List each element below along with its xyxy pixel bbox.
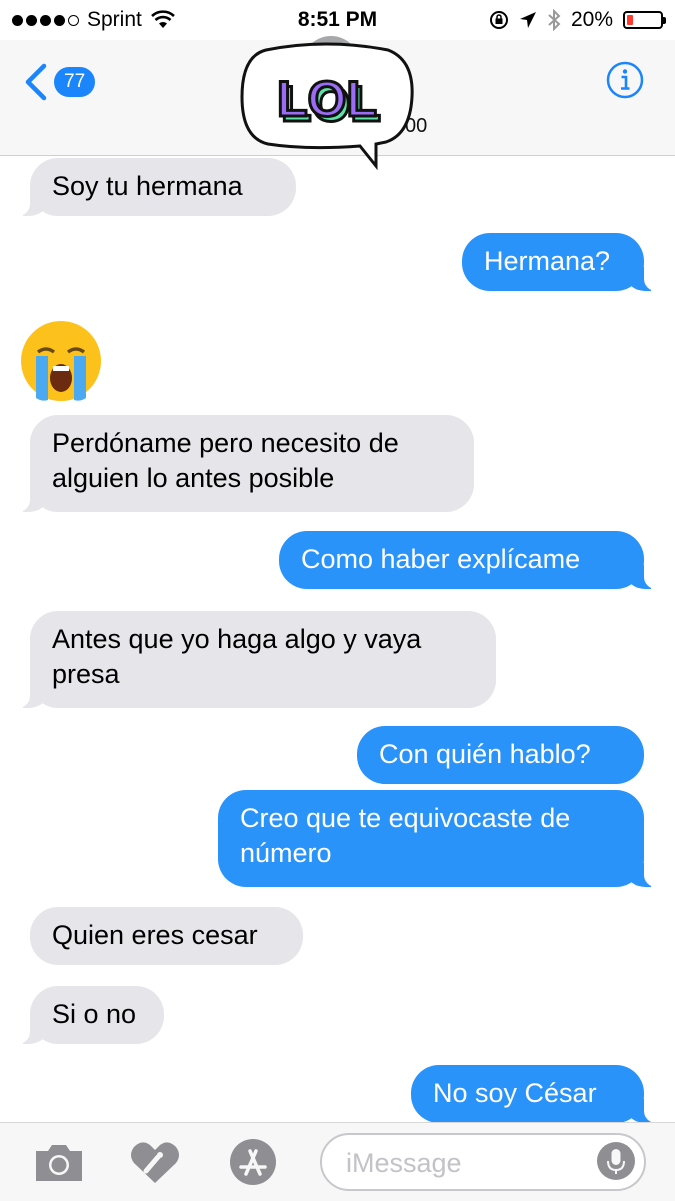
unread-count-badge: 77 [54,67,96,97]
status-bar: Sprint 8:51 PM 20% [0,0,675,40]
message-bubble-incoming[interactable]: Quien eres cesar [30,907,303,965]
bluetooth-icon [548,9,561,31]
message-text-field[interactable] [344,1145,588,1181]
sticker-text: LOL [277,71,377,127]
battery-icon [623,11,666,29]
crying-face-emoji[interactable] [18,318,104,404]
lol-sticker[interactable]: LOL LOL [236,42,418,172]
message-bubble-outgoing[interactable]: Como haber explícame [279,531,658,589]
message-thread[interactable]: Soy tu hermana Hermana? Perdóname pero n… [0,156,675,1122]
battery-percent: 20% [570,8,613,31]
location-arrow-icon [519,12,536,28]
chevron-left-icon [25,63,47,101]
imessage-input[interactable] [320,1133,646,1191]
message-bubble-outgoing[interactable]: No soy César [411,1065,658,1122]
battery-level-fill [627,15,633,25]
app-store-icon[interactable] [226,1137,280,1187]
compose-bar [0,1122,675,1201]
message-bubble-incoming[interactable]: Si o no [16,986,164,1044]
message-bubble-outgoing[interactable]: Con quién hablo? [357,726,644,784]
message-bubble-incoming[interactable]: Perdóname pero necesito de alguien lo an… [16,415,474,512]
microphone-icon[interactable] [596,1141,636,1181]
message-bubble-outgoing[interactable]: Creo que te equivocaste de número [218,790,658,887]
digital-touch-icon[interactable] [128,1137,182,1187]
message-bubble-outgoing[interactable]: Hermana? [462,233,658,291]
message-bubble-incoming[interactable]: Antes que yo haga algo y vaya presa [16,611,496,708]
status-indicators: 20% [489,8,666,32]
orientation-lock-icon [489,11,508,29]
info-icon[interactable] [605,60,645,100]
back-button[interactable]: 77 [22,62,96,102]
message-bubble-incoming[interactable]: Soy tu hermana [16,158,296,216]
camera-icon[interactable] [32,1137,86,1187]
